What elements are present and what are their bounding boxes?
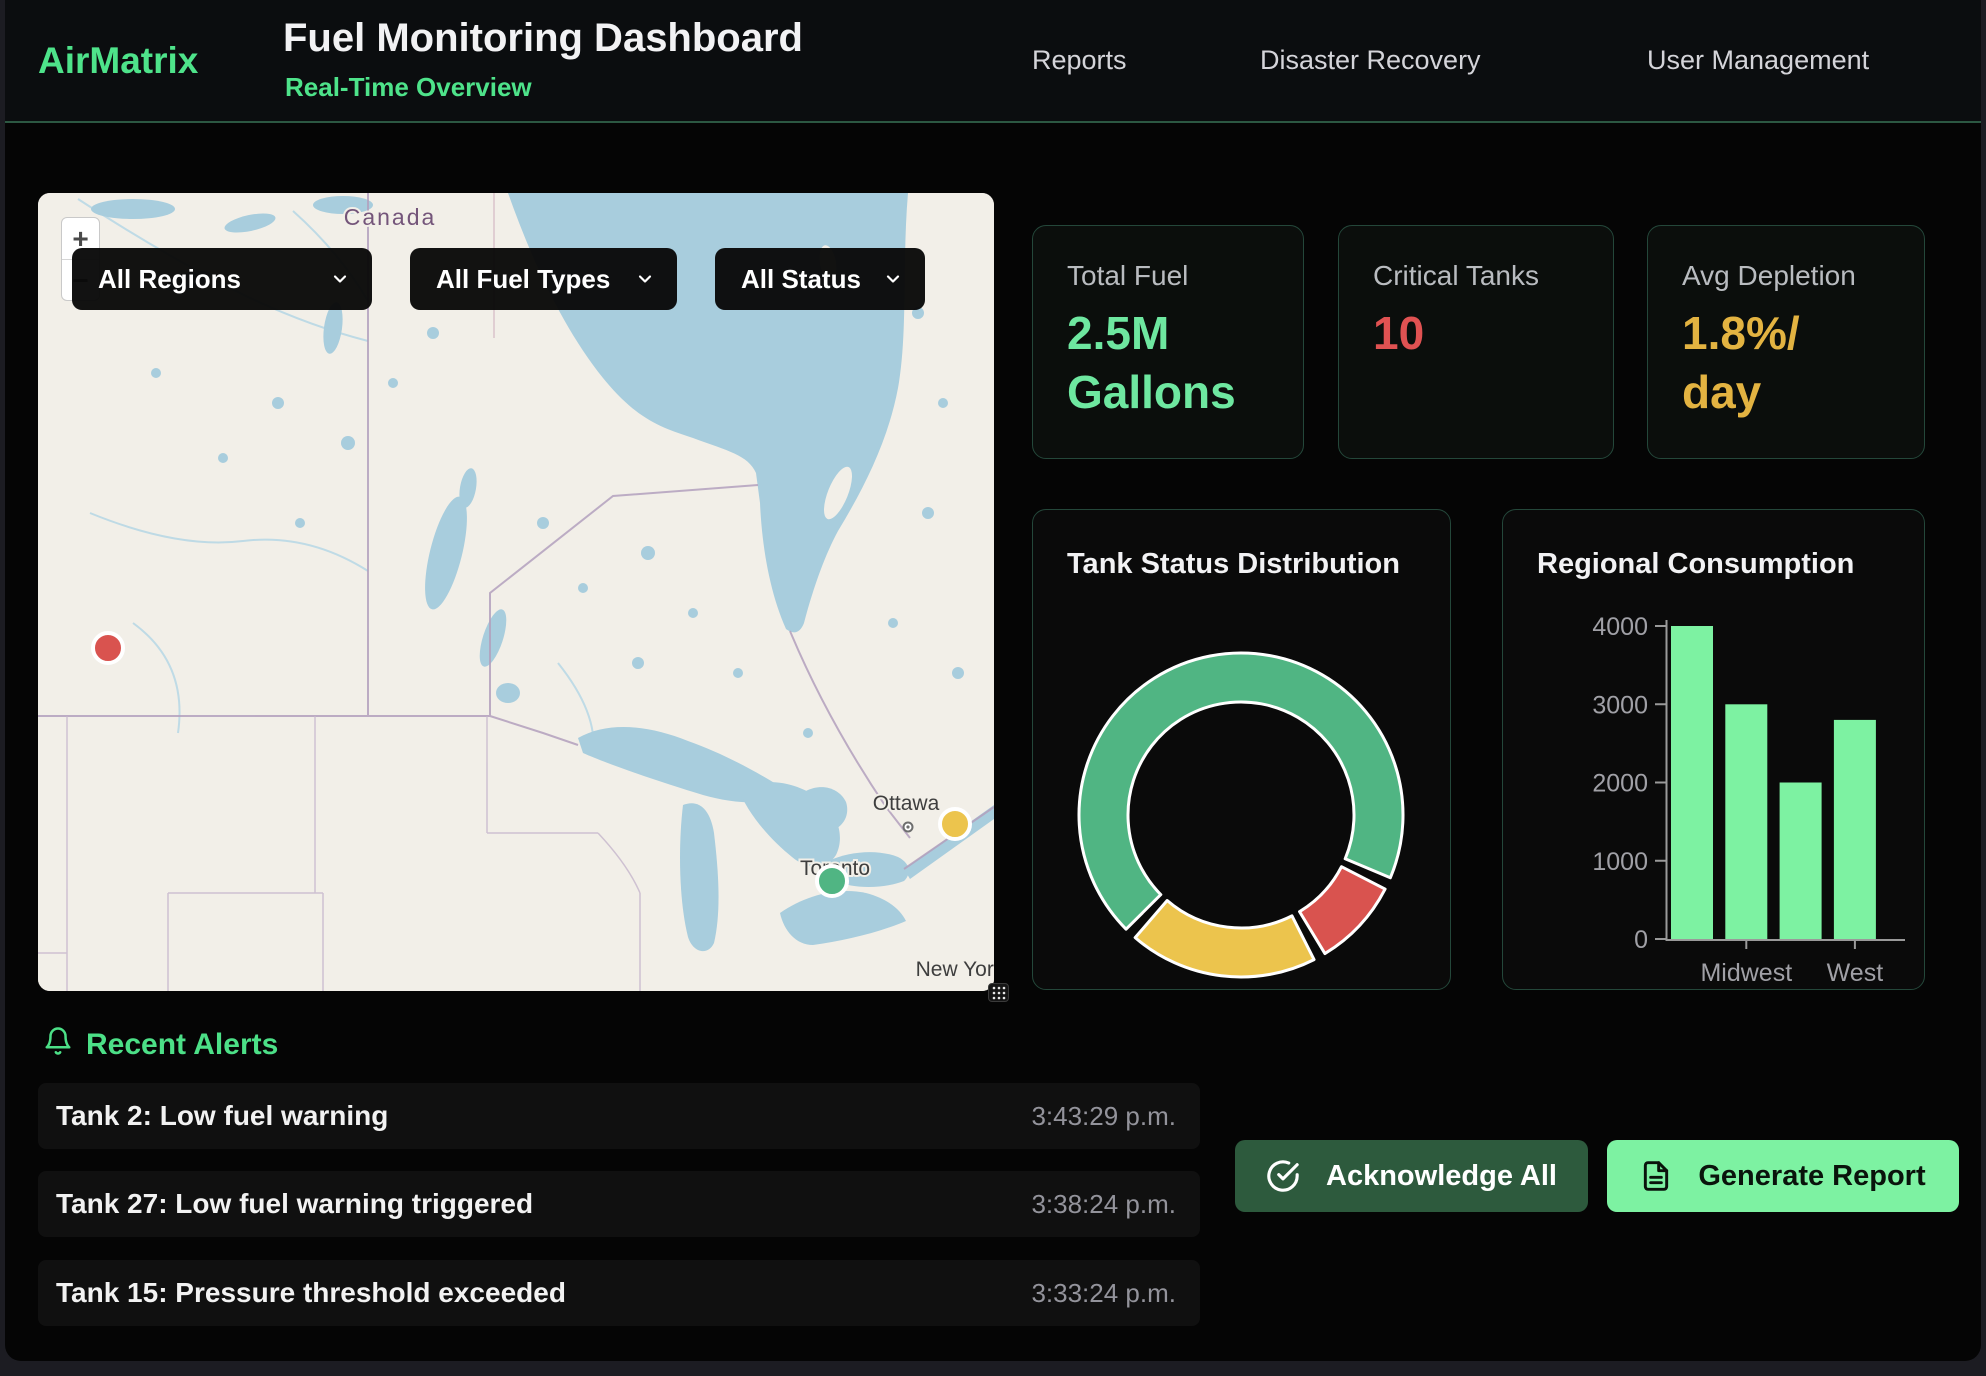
page-title: Fuel Monitoring Dashboard — [283, 16, 803, 61]
fuel-type-filter-dropdown[interactable]: All Fuel Types — [410, 248, 677, 310]
screen: AirMatrix Fuel Monitoring Dashboard Real… — [0, 0, 1986, 1376]
kpi-value: 2.5M Gallons — [1067, 304, 1269, 422]
file-text-icon — [1640, 1160, 1672, 1192]
kpi-value: 10 — [1373, 304, 1579, 363]
acknowledge-all-button[interactable]: Acknowledge All — [1235, 1140, 1588, 1212]
map-drag-handle-icon[interactable] — [988, 983, 1009, 1002]
alert-message: Tank 2: Low fuel warning — [56, 1100, 388, 1132]
alert-timestamp: 3:33:24 p.m. — [1031, 1278, 1176, 1309]
alert-timestamp: 3:43:29 p.m. — [1031, 1101, 1176, 1132]
x-tick-label: Midwest — [1700, 959, 1792, 987]
bar-3 — [1834, 720, 1876, 939]
y-tick-label: 4000 — [1592, 613, 1648, 641]
ottawa-town-dot-center — [906, 825, 909, 828]
map-canvas: Canada Ottawa Toronto New York — [38, 193, 994, 991]
app-logo: AirMatrix — [38, 40, 198, 82]
y-tick-label: 0 — [1634, 926, 1648, 954]
alert-row[interactable]: Tank 27: Low fuel warning triggered 3:38… — [38, 1171, 1200, 1237]
app-window: AirMatrix Fuel Monitoring Dashboard Real… — [5, 0, 1981, 1361]
y-tick-label: 2000 — [1592, 770, 1648, 798]
y-tick-label: 1000 — [1592, 848, 1648, 876]
map-filter-bar: All Regions All Fuel Types All Status — [72, 248, 925, 310]
region-filter-value: All Regions — [98, 264, 241, 295]
alert-message: Tank 15: Pressure threshold exceeded — [56, 1277, 566, 1309]
bell-icon — [43, 1026, 73, 1056]
tank-status-donut-chart — [1071, 645, 1411, 985]
page-subtitle: Real-Time Overview — [285, 72, 532, 103]
tank-marker-normal[interactable] — [817, 866, 847, 896]
kpi-label: Critical Tanks — [1373, 260, 1579, 292]
y-tick-label: 3000 — [1592, 691, 1648, 719]
kpi-label: Avg Depletion — [1682, 260, 1890, 292]
tank-marker-warning[interactable] — [940, 809, 970, 839]
nav-reports[interactable]: Reports — [1032, 45, 1127, 76]
panel-title: Tank Status Distribution — [1067, 548, 1400, 581]
fuel-type-filter-value: All Fuel Types — [436, 264, 610, 295]
chevron-down-icon — [635, 269, 655, 289]
tank-marker-critical[interactable] — [93, 633, 123, 663]
regional-consumption-bar-chart: 0 1000 2000 3000 4000 Midwest West — [1503, 510, 1925, 990]
kpi-label: Total Fuel — [1067, 260, 1269, 292]
chevron-down-icon — [883, 269, 903, 289]
generate-report-label: Generate Report — [1698, 1160, 1925, 1193]
tank-status-panel: Tank Status Distribution — [1032, 509, 1451, 990]
chevron-down-icon — [330, 269, 350, 289]
kpi-avg-depletion: Avg Depletion 1.8%/​day — [1647, 225, 1925, 459]
alerts-section-title: Recent Alerts — [86, 1028, 278, 1062]
bar-2 — [1780, 783, 1822, 940]
acknowledge-all-label: Acknowledge All — [1326, 1160, 1557, 1193]
header: AirMatrix Fuel Monitoring Dashboard Real… — [5, 0, 1981, 123]
map-label-newyork: New York — [916, 958, 994, 981]
bar-0 — [1671, 626, 1713, 939]
alert-row[interactable]: Tank 2: Low fuel warning 3:43:29 p.m. — [38, 1083, 1200, 1149]
map-label-canada: Canada — [344, 204, 437, 230]
status-filter-dropdown[interactable]: All Status — [715, 248, 925, 310]
alert-row[interactable]: Tank 15: Pressure threshold exceeded 3:3… — [38, 1260, 1200, 1326]
bar-1 — [1725, 704, 1767, 939]
regional-consumption-panel: Regional Consumption 01000200030004000Mi… — [1502, 509, 1925, 990]
fuel-map[interactable]: Canada Ottawa Toronto New York + − All R… — [38, 193, 994, 991]
nav-user-management[interactable]: User Management — [1647, 45, 1869, 76]
status-filter-value: All Status — [741, 264, 861, 295]
region-filter-dropdown[interactable]: All Regions — [72, 248, 372, 310]
nav-disaster-recovery[interactable]: Disaster Recovery — [1260, 45, 1481, 76]
check-circle-icon — [1266, 1159, 1300, 1193]
kpi-value: 1.8%/​day — [1682, 304, 1827, 422]
dots-grid-icon — [992, 986, 1006, 1000]
donut-segment-warning — [1135, 901, 1314, 977]
x-tick-label: West — [1827, 959, 1884, 987]
map-label-ottawa: Ottawa — [873, 792, 940, 815]
alert-message: Tank 27: Low fuel warning triggered — [56, 1188, 533, 1220]
kpi-total-fuel: Total Fuel 2.5M Gallons — [1032, 225, 1304, 459]
alert-timestamp: 3:38:24 p.m. — [1031, 1189, 1176, 1220]
generate-report-button[interactable]: Generate Report — [1607, 1140, 1959, 1212]
kpi-critical-tanks: Critical Tanks 10 — [1338, 225, 1614, 459]
donut-segment-critical — [1300, 867, 1386, 954]
